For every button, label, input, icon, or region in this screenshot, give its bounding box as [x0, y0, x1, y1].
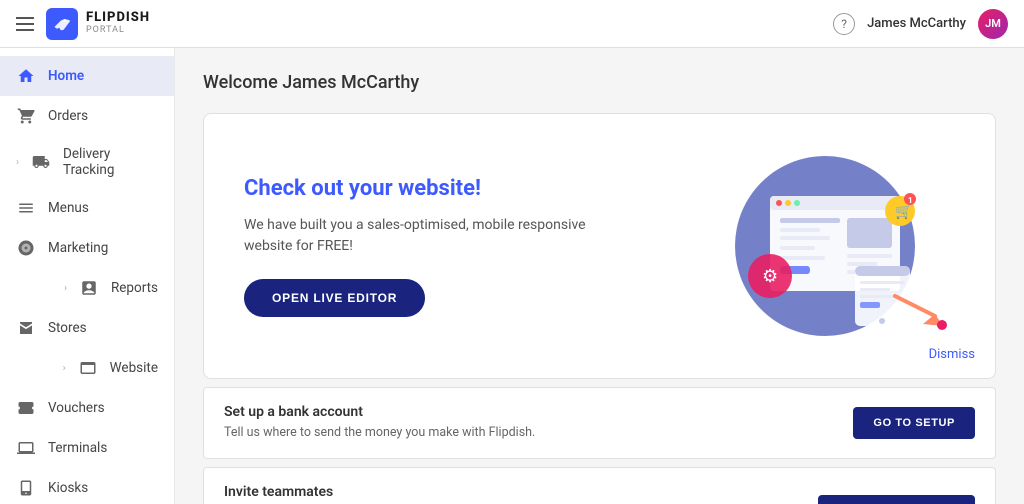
bank-card-text: Set up a bank account Tell us where to s…	[224, 404, 535, 442]
promo-card: Check out your website! We have built yo…	[203, 113, 996, 379]
sidebar-label-delivery: Delivery Tracking	[63, 146, 158, 178]
logo-sub: PORTAL	[86, 26, 150, 36]
illustration-svg: 🛒 1 ⚙	[695, 146, 955, 346]
sidebar-label-kiosks: Kiosks	[48, 480, 88, 496]
sidebar-label-terminals: Terminals	[48, 440, 107, 456]
sidebar-label-orders: Orders	[48, 108, 88, 124]
go-to-setup-button[interactable]: GO TO SETUP	[853, 407, 975, 439]
svg-text:1: 1	[908, 196, 913, 205]
logo-text: FLIPDISH PORTAL	[86, 11, 150, 35]
kiosks-icon	[16, 478, 36, 498]
invite-card-text: Invite teammates Give managers and staff…	[224, 484, 684, 504]
sidebar: Home Orders › Delivery Tracking Menus	[0, 48, 175, 504]
help-button[interactable]: ?	[833, 13, 855, 35]
bank-card-title: Set up a bank account	[224, 404, 535, 420]
open-live-editor-button[interactable]: OPEN LIVE EDITOR	[244, 279, 425, 317]
website-illustration: 🛒 1 ⚙	[695, 146, 955, 346]
vouchers-icon	[16, 398, 36, 418]
sidebar-label-reports: Reports	[111, 280, 158, 296]
bird-icon	[51, 13, 73, 35]
chevron-left-delivery: ›	[16, 157, 19, 168]
page-title: Welcome James McCarthy	[203, 72, 996, 93]
layout: Home Orders › Delivery Tracking Menus	[0, 48, 1024, 504]
promo-description: We have built you a sales-optimised, mob…	[244, 215, 624, 257]
sidebar-item-vouchers[interactable]: Vouchers	[0, 388, 174, 428]
svg-text:⚙: ⚙	[762, 266, 778, 287]
sidebar-item-website[interactable]: › Website	[0, 348, 174, 388]
reports-icon	[79, 278, 99, 298]
sidebar-label-stores: Stores	[48, 320, 87, 336]
stores-icon	[16, 318, 36, 338]
hamburger-menu-button[interactable]	[16, 17, 34, 31]
sidebar-item-orders[interactable]: Orders	[0, 96, 174, 136]
promo-left: Check out your website! We have built yo…	[244, 176, 624, 317]
sidebar-item-delivery-tracking[interactable]: › Delivery Tracking	[0, 136, 174, 188]
invite-actions: DISMISS INVITE TEAMMATES	[751, 495, 975, 504]
home-icon	[16, 66, 36, 86]
orders-icon	[16, 106, 36, 126]
delivery-tracking-icon	[31, 152, 51, 172]
sidebar-label-vouchers: Vouchers	[48, 400, 105, 416]
sidebar-label-home: Home	[48, 68, 84, 84]
sidebar-label-menus: Menus	[48, 200, 89, 216]
sidebar-label-website: Website	[110, 360, 158, 376]
terminals-icon	[16, 438, 36, 458]
invite-card-title: Invite teammates	[224, 484, 684, 500]
chevron-left-reports: ›	[64, 283, 67, 294]
invite-teammates-button[interactable]: INVITE TEAMMATES	[818, 495, 975, 504]
logo-area: FLIPDISH PORTAL	[46, 8, 150, 40]
chevron-left-website: ›	[63, 363, 66, 374]
sidebar-item-home[interactable]: Home	[0, 56, 174, 96]
user-name: James McCarthy	[867, 16, 966, 31]
promo-title: Check out your website!	[244, 176, 624, 201]
sidebar-item-reports[interactable]: › Reports	[0, 268, 174, 308]
menus-icon	[16, 198, 36, 218]
main-content: Welcome James McCarthy Check out your we…	[175, 48, 1024, 504]
svg-text:🛒: 🛒	[895, 203, 912, 220]
header-right: ? James McCarthy JM	[833, 9, 1008, 39]
sidebar-item-marketing[interactable]: Marketing	[0, 228, 174, 268]
website-icon	[78, 358, 98, 378]
avatar[interactable]: JM	[978, 9, 1008, 39]
bank-card-description: Tell us where to send the money you make…	[224, 424, 535, 442]
logo-name: FLIPDISH	[86, 11, 150, 25]
marketing-icon	[16, 238, 36, 258]
app-header: FLIPDISH PORTAL ? James McCarthy JM	[0, 0, 1024, 48]
bank-account-card: Set up a bank account Tell us where to s…	[203, 387, 996, 459]
dismiss-promo-link[interactable]: Dismiss	[929, 347, 975, 362]
sidebar-label-marketing: Marketing	[48, 240, 108, 256]
invite-card: Invite teammates Give managers and staff…	[203, 467, 996, 504]
sidebar-item-menus[interactable]: Menus	[0, 188, 174, 228]
sidebar-item-kiosks[interactable]: Kiosks	[0, 468, 174, 504]
header-left: FLIPDISH PORTAL	[16, 8, 150, 40]
sidebar-item-terminals[interactable]: Terminals	[0, 428, 174, 468]
logo-icon	[46, 8, 78, 40]
sidebar-item-stores[interactable]: Stores	[0, 308, 174, 348]
